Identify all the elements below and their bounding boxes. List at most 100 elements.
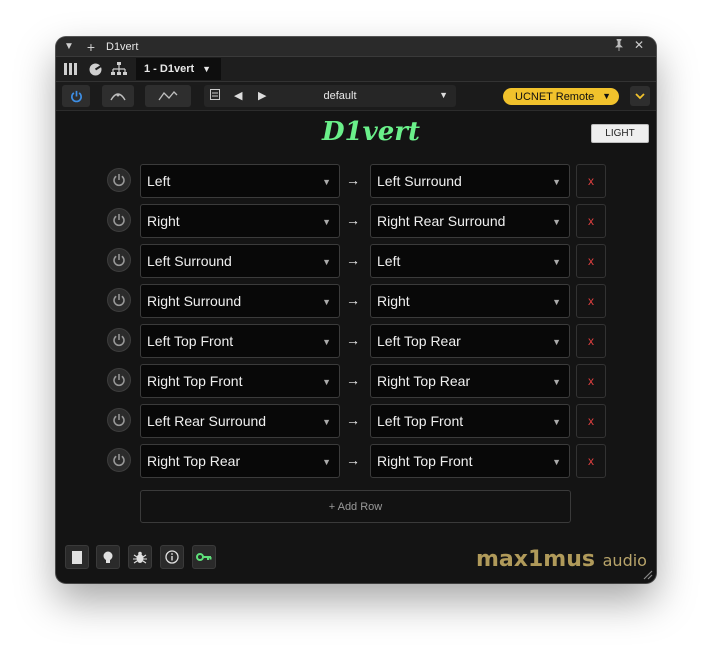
routing-row: Right ▼ → Right Rear Surround ▼ x	[56, 204, 656, 238]
expand-button[interactable]	[630, 86, 650, 106]
light-theme-button[interactable]: LIGHT	[591, 124, 649, 143]
route-arrow: →	[346, 452, 360, 468]
power-icon	[113, 414, 125, 427]
row-enable-button[interactable]	[107, 368, 131, 392]
tips-button[interactable]	[96, 545, 120, 569]
power-icon	[113, 294, 125, 307]
row-enable-button[interactable]	[107, 168, 131, 192]
add-icon[interactable]: +	[82, 39, 100, 55]
source-channel-select[interactable]: Right Top Rear ▼	[140, 444, 340, 478]
source-channel-select[interactable]: Right ▼	[140, 204, 340, 238]
ucnet-remote-button[interactable]: UCNET Remote ▼	[503, 88, 619, 105]
source-channel-select[interactable]: Left Rear Surround ▼	[140, 404, 340, 438]
remove-row-icon: x	[588, 174, 594, 188]
remove-row-button[interactable]: x	[576, 284, 606, 318]
source-channel-select[interactable]: Left Top Front ▼	[140, 324, 340, 358]
envelope-button[interactable]	[102, 85, 134, 107]
route-arrow: →	[346, 332, 360, 348]
remove-row-button[interactable]: x	[576, 244, 606, 278]
routing-icon[interactable]	[110, 62, 128, 76]
destination-channel-select[interactable]: Right Top Front ▼	[370, 444, 570, 478]
routing-row: Left Rear Surround ▼ → Left Top Front ▼ x	[56, 404, 656, 438]
chevron-down-icon: ▼	[552, 377, 561, 387]
destination-channel-select[interactable]: Left Top Rear ▼	[370, 324, 570, 358]
preset-selector[interactable]: ◀ ▶ default ▼	[204, 85, 456, 107]
chevron-down-icon: ▼	[322, 377, 331, 387]
chevron-down-icon: ▼	[552, 217, 561, 227]
destination-channel-label: Right	[377, 293, 410, 309]
previous-preset-icon[interactable]: ◀	[234, 89, 242, 102]
power-icon	[113, 454, 125, 467]
remove-row-button[interactable]: x	[576, 324, 606, 358]
source-channel-select[interactable]: Right Top Front ▼	[140, 364, 340, 398]
mixer-icon[interactable]	[62, 62, 80, 76]
destination-channel-select[interactable]: Left Top Front ▼	[370, 404, 570, 438]
debug-button[interactable]	[128, 545, 152, 569]
source-channel-select[interactable]: Left Surround ▼	[140, 244, 340, 278]
instance-selector[interactable]: 1 - D1vert ▼	[136, 58, 222, 80]
routing-row: Right Top Rear ▼ → Right Top Front ▼ x	[56, 444, 656, 478]
row-enable-button[interactable]	[107, 248, 131, 272]
destination-channel-label: Right Top Rear	[377, 373, 471, 389]
power-icon	[113, 374, 125, 387]
row-enable-button[interactable]	[107, 208, 131, 232]
chevron-down-icon: ▼	[322, 177, 331, 187]
toolbar: ◀ ▶ default ▼ UCNET Remote ▼	[56, 82, 656, 111]
license-button[interactable]	[192, 545, 216, 569]
add-row-button[interactable]: + Add Row	[140, 490, 571, 523]
power-icon	[113, 254, 125, 267]
plugin-window: ▼ + D1vert ✕ 1 - D1vert ▼ ◀ ▶ default ▼ …	[56, 37, 656, 583]
resize-grip-icon[interactable]	[641, 568, 653, 580]
brand-logo: max1mus audio	[476, 547, 647, 572]
title-bar: ▼ + D1vert ✕	[56, 37, 656, 57]
destination-channel-select[interactable]: Left ▼	[370, 244, 570, 278]
chevron-down-icon: ▼	[439, 90, 448, 100]
preset-file-icon[interactable]	[210, 89, 220, 103]
source-channel-select[interactable]: Right Surround ▼	[140, 284, 340, 318]
chevron-down-icon: ▼	[552, 257, 561, 267]
chevron-down-icon: ▼	[322, 417, 331, 427]
remove-row-button[interactable]: x	[576, 204, 606, 238]
remove-row-icon: x	[588, 214, 594, 228]
pin-icon[interactable]	[614, 38, 624, 54]
remove-row-button[interactable]: x	[576, 444, 606, 478]
routing-row: Right Surround ▼ → Right ▼ x	[56, 284, 656, 318]
row-enable-button[interactable]	[107, 408, 131, 432]
next-preset-icon[interactable]: ▶	[258, 89, 266, 102]
remove-row-button[interactable]: x	[576, 364, 606, 398]
ucnet-remote-label: UCNET Remote	[515, 90, 595, 103]
window-title: D1vert	[106, 40, 139, 53]
close-icon[interactable]: ✕	[634, 38, 644, 52]
destination-channel-select[interactable]: Right Top Rear ▼	[370, 364, 570, 398]
lightbulb-icon	[103, 551, 113, 563]
row-enable-button[interactable]	[107, 448, 131, 472]
destination-channel-select[interactable]: Right Rear Surround ▼	[370, 204, 570, 238]
row-enable-button[interactable]	[107, 288, 131, 312]
chevron-down-icon	[635, 92, 645, 99]
envelope-icon	[110, 93, 126, 101]
chevron-down-icon: ▼	[322, 297, 331, 307]
remove-row-button[interactable]: x	[576, 404, 606, 438]
chevron-down-icon: ▼	[322, 257, 331, 267]
bypass-button[interactable]	[62, 85, 90, 107]
route-arrow: →	[346, 172, 360, 188]
chevron-down-icon: ▼	[322, 337, 331, 347]
info-button[interactable]	[160, 545, 184, 569]
row-enable-button[interactable]	[107, 328, 131, 352]
power-icon	[113, 334, 125, 347]
route-arrow: →	[346, 412, 360, 428]
destination-channel-select[interactable]: Right ▼	[370, 284, 570, 318]
knob-icon[interactable]	[86, 62, 104, 76]
remove-row-button[interactable]: x	[576, 164, 606, 198]
source-channel-select[interactable]: Left ▼	[140, 164, 340, 198]
brand-main: max1mus	[476, 547, 595, 572]
destination-channel-select[interactable]: Left Surround ▼	[370, 164, 570, 198]
power-icon	[113, 174, 125, 187]
menu-chevron-icon[interactable]: ▼	[60, 41, 78, 52]
routing-row: Left ▼ → Left Surround ▼ x	[56, 164, 656, 198]
automation-button[interactable]	[145, 85, 191, 107]
document-button[interactable]	[65, 545, 89, 569]
chevron-down-icon: ▼	[322, 217, 331, 227]
destination-channel-label: Left	[377, 253, 401, 269]
chevron-down-icon: ▼	[552, 177, 561, 187]
